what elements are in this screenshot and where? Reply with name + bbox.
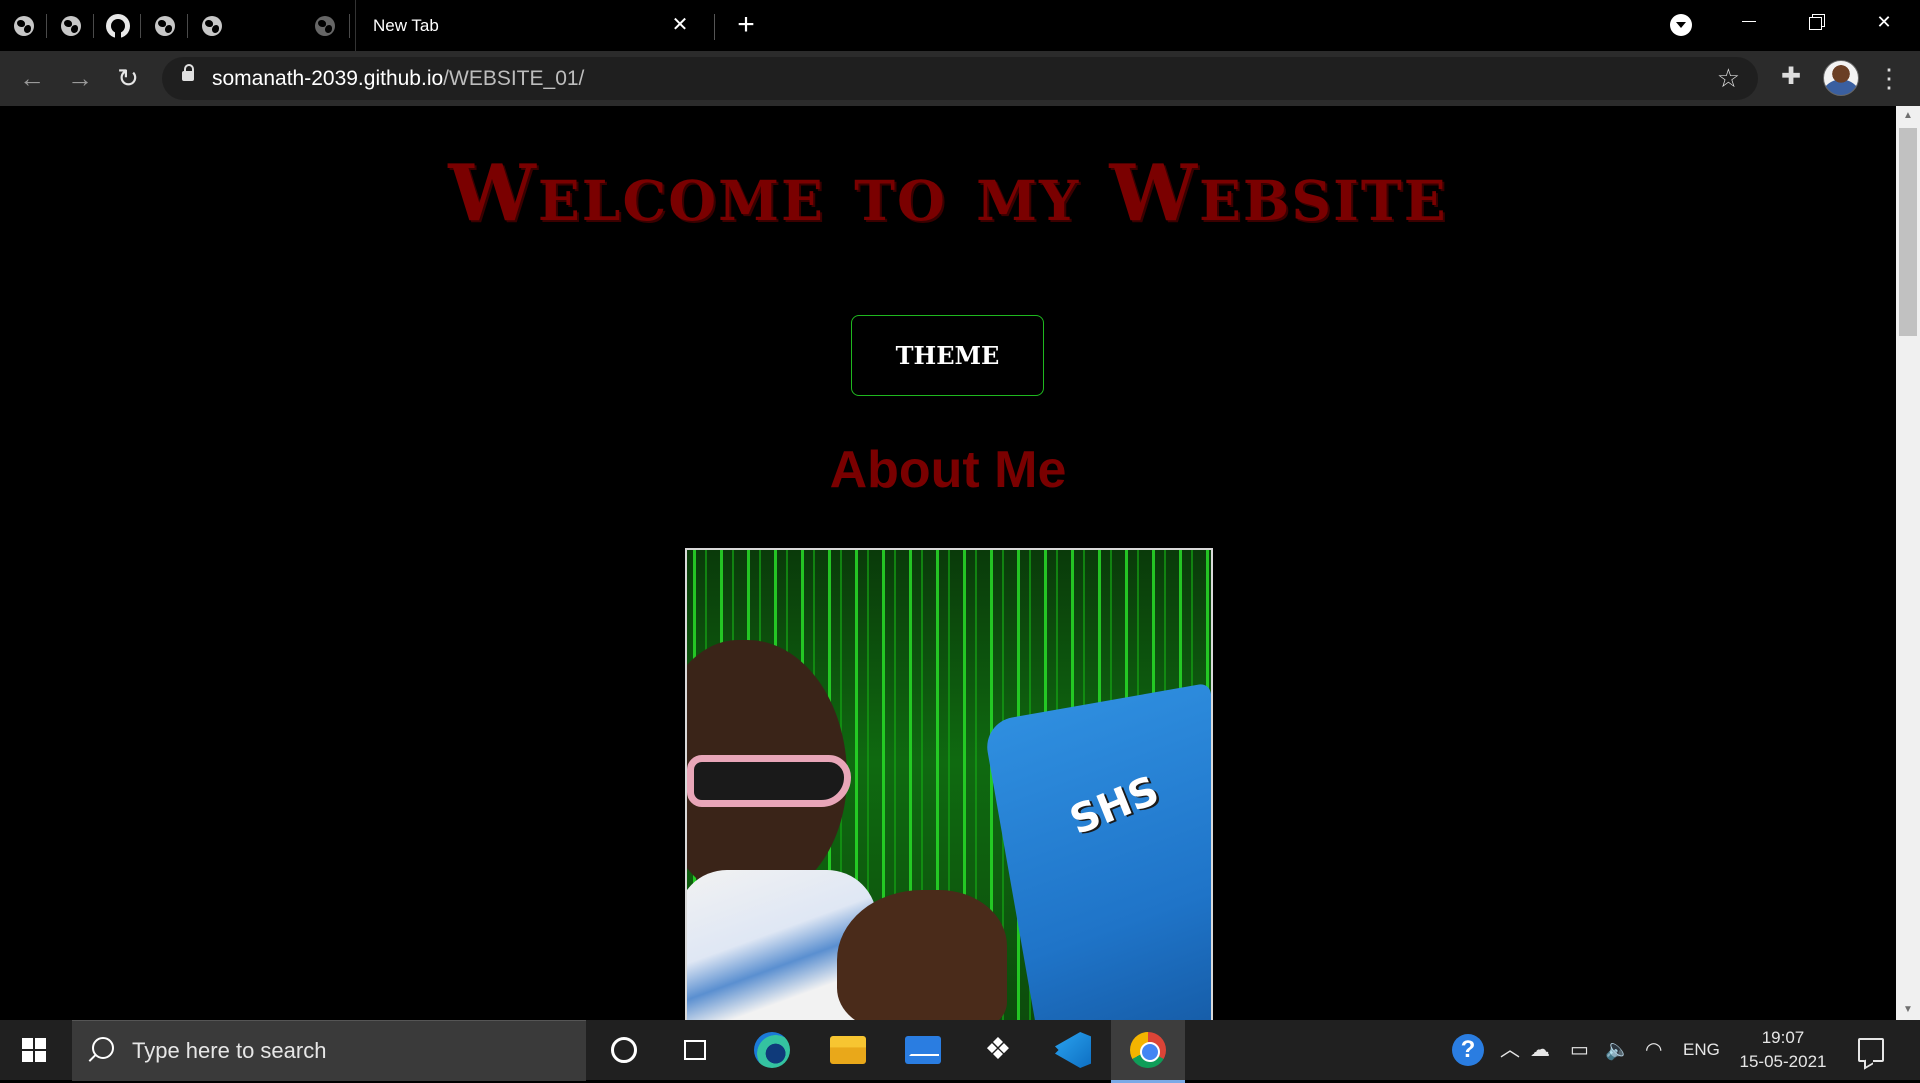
- onedrive-cloud-icon[interactable]: ☁: [1530, 1036, 1550, 1064]
- tab-search-icon[interactable]: [1670, 14, 1692, 36]
- tab-close-icon[interactable]: ✕: [667, 12, 693, 38]
- scroll-up-arrow-icon[interactable]: ▲: [1896, 106, 1920, 126]
- windows-start-icon[interactable]: [22, 1038, 46, 1062]
- github-icon: [105, 13, 130, 38]
- globe-icon: [60, 15, 81, 36]
- globe-icon: [201, 15, 222, 36]
- language-indicator[interactable]: ENG: [1683, 1020, 1720, 1080]
- url-path: /WEBSITE_01/: [443, 67, 585, 90]
- clock-time: 19:07: [1761, 1028, 1805, 1047]
- taskbar-clock[interactable]: 19:07 15-05-2021: [1736, 1026, 1830, 1074]
- web-page: Welcome to my Website THEME About Me SHS: [0, 106, 1896, 1020]
- tab-divider: [714, 14, 715, 40]
- help-icon[interactable]: ?: [1452, 1034, 1484, 1066]
- globe-icon: [13, 15, 34, 36]
- windows-taskbar: Type here to search ❖ ? ︿ ☁ ▭ 🔈 ◠ ENG 19…: [0, 1020, 1920, 1083]
- vscode-icon[interactable]: [1055, 1032, 1091, 1068]
- address-bar[interactable]: somanath-2039.github.io/WEBSITE_01/ ☆: [162, 57, 1758, 100]
- chrome-taskbar-button[interactable]: [1111, 1020, 1185, 1083]
- laptop-logo: SHS: [1063, 767, 1166, 845]
- minimize-button[interactable]: [1714, 0, 1782, 44]
- profile-photo: SHS: [685, 548, 1213, 1020]
- url-text[interactable]: somanath-2039.github.io/WEBSITE_01/: [212, 57, 584, 100]
- extensions-puzzle-icon[interactable]: ✚: [1778, 63, 1804, 91]
- tab-strip: [0, 0, 1920, 51]
- pinned-tab-1[interactable]: [0, 0, 47, 51]
- back-arrow-icon[interactable]: ←: [16, 63, 48, 95]
- pinned-tab-5[interactable]: [188, 0, 235, 51]
- show-hidden-icons-chevron-icon[interactable]: ︿: [1500, 1036, 1520, 1064]
- notifications-icon[interactable]: [1858, 1038, 1884, 1062]
- url-host: somanath-2039.github.io: [212, 67, 444, 90]
- theme-button[interactable]: THEME: [851, 315, 1044, 396]
- scroll-down-arrow-icon[interactable]: ▼: [1896, 1000, 1920, 1020]
- dropbox-icon[interactable]: ❖: [980, 1032, 1016, 1068]
- welcome-heading: Welcome to my Website: [448, 148, 1448, 239]
- search-icon: [92, 1037, 114, 1059]
- active-tab[interactable]: New Tab ✕: [355, 0, 711, 51]
- scrollbar-thumb[interactable]: [1899, 128, 1917, 336]
- profile-avatar[interactable]: [1823, 60, 1859, 96]
- globe-icon: [154, 15, 175, 36]
- task-view-icon[interactable]: [684, 1040, 706, 1060]
- battery-icon[interactable]: ▭: [1570, 1036, 1589, 1064]
- cortana-icon[interactable]: [611, 1037, 637, 1063]
- hand: [837, 890, 1007, 1020]
- mail-icon[interactable]: [905, 1036, 941, 1064]
- forward-arrow-icon[interactable]: →: [64, 63, 96, 95]
- window-close-button[interactable]: ✕: [1850, 0, 1918, 44]
- file-explorer-icon[interactable]: [830, 1036, 866, 1064]
- sunglasses: [687, 755, 851, 807]
- browser-toolbar: ← → ↻ somanath-2039.github.io/WEBSITE_01…: [0, 51, 1920, 106]
- pinned-tab-2[interactable]: [47, 0, 94, 51]
- restore-button[interactable]: [1782, 0, 1850, 44]
- taskbar-search-box[interactable]: Type here to search: [72, 1020, 586, 1081]
- clock-date: 15-05-2021: [1739, 1052, 1827, 1071]
- volume-icon[interactable]: 🔈: [1605, 1036, 1630, 1064]
- pinned-tab-3[interactable]: [94, 0, 141, 51]
- search-placeholder: Type here to search: [132, 1038, 327, 1063]
- chrome-icon: [1130, 1032, 1166, 1068]
- wifi-icon[interactable]: ◠: [1645, 1036, 1662, 1064]
- bookmark-star-icon[interactable]: ☆: [1717, 63, 1740, 93]
- tab-title: New Tab: [373, 16, 439, 35]
- globe-icon: [315, 15, 335, 36]
- about-me-heading: About Me: [829, 441, 1067, 499]
- pinned-tab-4[interactable]: [141, 0, 188, 51]
- menu-dots-icon[interactable]: ⋮: [1876, 63, 1902, 93]
- reload-icon[interactable]: ↻: [112, 63, 144, 95]
- lock-icon: [182, 64, 194, 81]
- pinned-tab-6[interactable]: [300, 0, 350, 51]
- new-tab-button[interactable]: +: [731, 10, 761, 41]
- edge-icon[interactable]: [754, 1032, 790, 1068]
